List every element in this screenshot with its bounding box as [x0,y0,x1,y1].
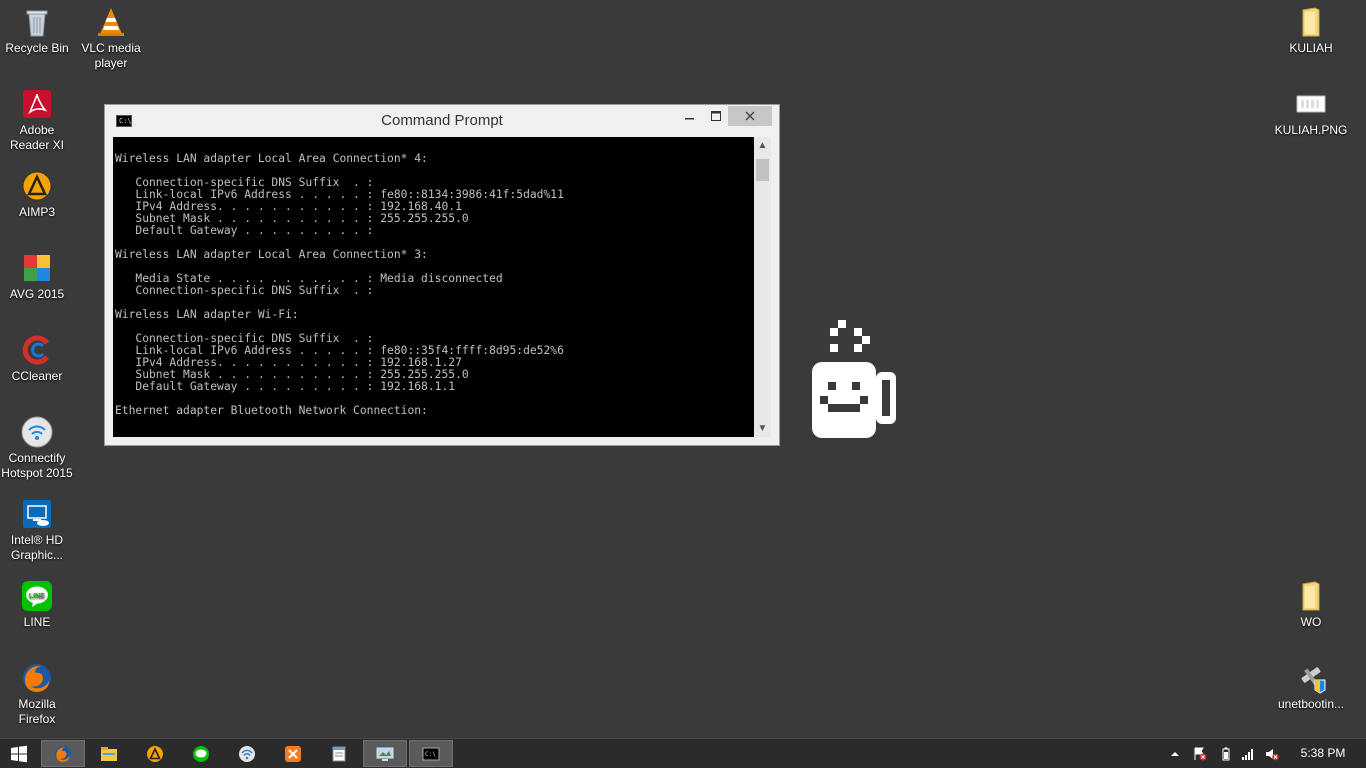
ccleaner-label: CCleaner [11,369,63,383]
cmd-icon: C:\ [422,747,440,760]
taskbar-connectify[interactable] [225,740,269,767]
volume-button[interactable] [1265,747,1279,761]
folder-icon [1295,6,1327,38]
action-center-icon [1194,747,1207,761]
display-settings-icon [376,747,394,761]
notepad-icon [332,746,346,761]
maximize-icon [711,111,721,121]
taskbar-line[interactable] [179,740,223,767]
avg-label: AVG 2015 [9,287,65,301]
ccleaner-shortcut[interactable]: CCleaner [0,334,74,384]
network-button[interactable] [1241,747,1255,761]
vlc-label: VLC media player [81,41,141,70]
network-signal-icon [1242,749,1253,760]
unetbootin-label: unetbootin... [1277,697,1345,711]
wo-folder[interactable]: WO [1274,580,1348,630]
taskbar-notepad[interactable] [317,740,361,767]
firefox-shortcut[interactable]: Mozilla Firefox [0,662,74,727]
taskbar-clock[interactable]: 5:38 PM [1292,746,1354,760]
maximize-button[interactable] [703,106,729,126]
close-icon [745,111,755,121]
start-button[interactable] [0,740,38,767]
line-label: LINE [23,615,51,629]
file-explorer-icon [101,746,117,761]
connectify-hotspot-icon [21,416,53,448]
volume-muted-icon [1266,749,1279,761]
taskbar-xampp[interactable] [271,740,315,767]
recycle-bin-shortcut[interactable]: Recycle Bin [0,6,74,56]
firefox-label: Mozilla Firefox [18,697,56,726]
line-shortcut[interactable]: LINE LINE [0,580,74,630]
aimp-icon [147,745,163,762]
vertical-scrollbar[interactable]: ▲ ▼ [754,137,771,437]
intel-graphics-icon [21,498,53,530]
taskbar-file-explorer[interactable] [87,740,131,767]
kuliah-png-file[interactable]: KULIAH.PNG [1274,88,1348,138]
vlc-cone-icon [95,6,127,38]
svg-text:LINE: LINE [29,593,45,600]
line-icon [193,745,209,762]
minimize-icon [685,118,694,120]
svg-text:C:\: C:\ [425,751,436,758]
recycle-bin-label: Recycle Bin [5,41,69,55]
intel-graphics-label: Intel® HD Graphic... [10,533,64,562]
adobe-reader-shortcut[interactable]: Adobe Reader XI [0,88,74,153]
taskbar-command-prompt[interactable]: C:\ [409,740,453,767]
avg-shortcut[interactable]: AVG 2015 [0,252,74,302]
aimp-label: AIMP3 [18,205,55,219]
line-icon: LINE [21,580,53,612]
image-file-icon [1295,88,1327,120]
adobe-reader-icon [21,88,53,120]
coffee-mug-widget [806,318,898,440]
scroll-up-arrow-icon[interactable]: ▲ [754,137,771,154]
show-hidden-icons-icon [1171,752,1179,756]
action-center-button[interactable] [1193,747,1207,761]
unetbootin-shortcut[interactable]: unetbootin... [1274,662,1348,712]
aimp-shortcut[interactable]: AIMP3 [0,170,74,220]
folder-icon [1295,580,1327,612]
windows-logo-icon [11,745,27,762]
command-prompt-window[interactable]: C:\_ Command Prompt Wireless LAN adapter… [104,104,780,446]
desktop: Recycle Bin VLC media player Adobe Reade… [0,0,1366,738]
coffee-mug-icon [812,320,896,438]
connectify-shortcut[interactable]: Connectify Hotspot 2015 [0,416,74,481]
scrollbar-thumb[interactable] [756,159,769,181]
kuliah-folder-label: KULIAH [1289,41,1333,55]
connectify-icon [239,745,255,762]
taskbar-display-settings[interactable] [363,740,407,767]
console-output-area[interactable]: Wireless LAN adapter Local Area Connecti… [113,137,754,437]
ccleaner-icon [21,334,53,366]
vlc-shortcut[interactable]: VLC media player [74,6,148,71]
scroll-down-arrow-icon[interactable]: ▼ [754,420,771,437]
connectify-label: Connectify Hotspot 2015 [1,451,73,480]
intel-graphics-shortcut[interactable]: Intel® HD Graphic... [0,498,74,563]
battery-button[interactable] [1219,747,1233,761]
taskbar: C:\ 5:38 PM [0,738,1366,768]
taskbar-firefox[interactable] [41,740,85,767]
unetbootin-icon [1295,662,1327,694]
close-button[interactable] [728,106,772,126]
wo-folder-label: WO [1300,615,1322,629]
battery-icon [1222,747,1230,761]
recycle-bin-icon [21,6,53,38]
taskbar-aimp[interactable] [133,740,177,767]
console-output: Wireless LAN adapter Local Area Connecti… [115,152,564,417]
kuliah-folder[interactable]: KULIAH [1274,6,1348,56]
kuliah-png-label: KULIAH.PNG [1274,123,1348,137]
xampp-icon [285,745,301,762]
adobe-reader-label: Adobe Reader XI [9,123,65,152]
aimp-icon [21,170,53,202]
title-bar[interactable]: C:\_ Command Prompt [105,105,779,137]
firefox-icon [55,745,71,762]
show-hidden-icons-button[interactable] [1168,747,1182,761]
avg-icon [21,252,53,284]
minimize-button[interactable] [677,106,703,126]
firefox-icon [21,662,53,694]
